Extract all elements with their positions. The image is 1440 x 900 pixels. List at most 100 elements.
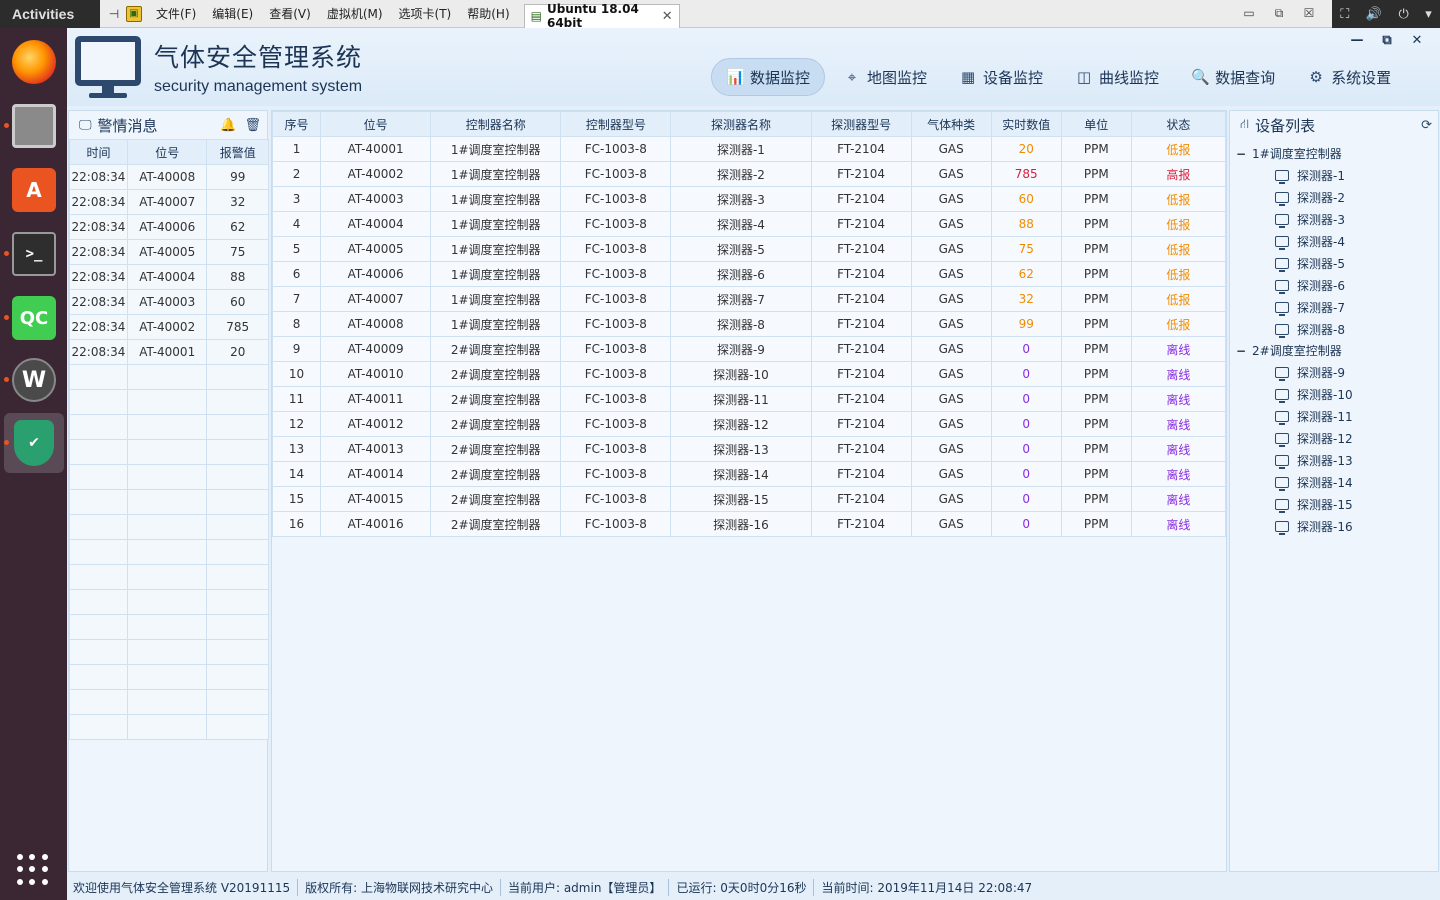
table-cell: FT-2104	[810, 261, 912, 287]
close-icon[interactable]: ✕	[1402, 33, 1432, 48]
dock-terminal[interactable]: >_	[4, 224, 64, 284]
minimize-icon[interactable]: —	[1342, 33, 1372, 48]
status-badge: 离线	[1130, 436, 1227, 462]
table-row[interactable]: 16 AT-40016 2#调度室控制器 FC-1003-8 探测器-16 FT-2104…	[271, 511, 1227, 537]
realtime-value: 0	[990, 336, 1062, 362]
table-row[interactable]: 8 AT-40008 1#调度室控制器 FC-1003-8 探测器-8 FT-2104 GA…	[271, 311, 1227, 337]
nav-bar-chart[interactable]: 📊 数据监控	[711, 58, 826, 96]
table-row[interactable]: 10 AT-40010 2#调度室控制器 FC-1003-8 探测器-10 FT-2104…	[271, 361, 1227, 387]
table-row[interactable]: 6 AT-40006 1#调度室控制器 FC-1003-8 探测器-6 FT-2104 GA…	[271, 261, 1227, 287]
vm-menu-item[interactable]: 文件(F)	[148, 5, 204, 22]
table-row[interactable]: 11 AT-40011 2#调度室控制器 FC-1003-8 探测器-11 FT-2104…	[271, 386, 1227, 412]
nav-map-marker[interactable]: ⌖ 地图监控	[829, 58, 941, 96]
data-col-header[interactable]: 单位	[1060, 111, 1132, 137]
network-icon[interactable]: ⛶	[1340, 7, 1349, 22]
pin-icon[interactable]: ⊣	[106, 6, 122, 22]
data-col-header[interactable]: 序号	[271, 111, 322, 137]
tree-detector-node[interactable]: 探测器-3	[1230, 208, 1438, 230]
table-row[interactable]: 13 AT-40013 2#调度室控制器 FC-1003-8 探测器-13 FT-2104…	[271, 436, 1227, 462]
collapse-icon[interactable]: −	[1236, 344, 1252, 358]
data-col-header[interactable]: 控制器型号	[560, 111, 672, 137]
nav-monitor-curve[interactable]: ◫ 曲线监控	[1061, 58, 1173, 96]
alarm-row[interactable]: 22:08:34 AT-40008 99	[69, 164, 269, 190]
dock-firefox[interactable]	[4, 32, 64, 92]
dock-gas-app[interactable]: ✔	[4, 413, 64, 473]
data-col-header[interactable]: 位号	[320, 111, 432, 137]
tree-controller-node[interactable]: −1#调度室控制器	[1230, 143, 1438, 164]
tree-detector-node[interactable]: 探测器-11	[1230, 405, 1438, 427]
table-row[interactable]: 2 AT-40002 1#调度室控制器 FC-1003-8 探测器-2 FT-2104 GA…	[271, 161, 1227, 187]
close-icon[interactable]: ✕	[662, 9, 673, 24]
vm-menu-item[interactable]: 查看(V)	[261, 5, 319, 22]
table-row[interactable]: 14 AT-40014 2#调度室控制器 FC-1003-8 探测器-14 FT-2104…	[271, 461, 1227, 487]
alarm-row[interactable]: 22:08:34 AT-40002 785	[69, 314, 269, 340]
table-row[interactable]: 7 AT-40007 1#调度室控制器 FC-1003-8 探测器-7 FT-2104 GA…	[271, 286, 1227, 312]
collapse-icon[interactable]: −	[1236, 147, 1252, 161]
tree-detector-node[interactable]: 探测器-10	[1230, 383, 1438, 405]
data-col-header[interactable]: 探测器名称	[670, 111, 812, 137]
alarm-col-header[interactable]: 时间	[69, 139, 128, 165]
table-row[interactable]: 5 AT-40005 1#调度室控制器 FC-1003-8 探测器-5 FT-2104 GA…	[271, 236, 1227, 262]
tree-detector-node[interactable]: 探测器-1	[1230, 164, 1438, 186]
alarm-row[interactable]: 22:08:34 AT-40004 88	[69, 264, 269, 290]
show-apps-icon[interactable]	[17, 854, 49, 886]
table-row[interactable]: 9 AT-40009 2#调度室控制器 FC-1003-8 探测器-9 FT-2104 GA…	[271, 336, 1227, 362]
alarm-row[interactable]: 22:08:34 AT-40001 20	[69, 339, 269, 365]
alarm-col-header[interactable]: 报警值	[206, 139, 269, 165]
maximize-icon[interactable]: ⧉	[1372, 33, 1402, 48]
data-col-header[interactable]: 实时数值	[990, 111, 1062, 137]
tree-detector-node[interactable]: 探测器-6	[1230, 274, 1438, 296]
table-row[interactable]: 3 AT-40003 1#调度室控制器 FC-1003-8 探测器-3 FT-2104 GA…	[271, 186, 1227, 212]
volume-icon[interactable]: 🔊	[1366, 7, 1382, 22]
tree-detector-node[interactable]: 探测器-13	[1230, 449, 1438, 471]
alarm-col-header[interactable]: 位号	[126, 139, 208, 165]
table-row[interactable]: 12 AT-40012 2#调度室控制器 FC-1003-8 探测器-12 FT-2104…	[271, 411, 1227, 437]
data-col-header[interactable]: 探测器型号	[810, 111, 912, 137]
alarm-row[interactable]: 22:08:34 AT-40003 60	[69, 289, 269, 315]
vmware-app-icon[interactable]: ▣	[126, 5, 142, 22]
chevron-down-icon[interactable]: ▾	[1425, 7, 1432, 22]
tree-controller-node[interactable]: −2#调度室控制器	[1230, 340, 1438, 361]
tree-detector-node[interactable]: 探测器-4	[1230, 230, 1438, 252]
dock-software[interactable]: A	[4, 160, 64, 220]
alarm-row[interactable]: 22:08:34 AT-40006 62	[69, 214, 269, 240]
activities-button[interactable]: Activities	[0, 6, 100, 22]
table-row[interactable]: 4 AT-40004 1#调度室控制器 FC-1003-8 探测器-4 FT-2104 GA…	[271, 211, 1227, 237]
tree-detector-node[interactable]: 探测器-9	[1230, 361, 1438, 383]
tree-detector-node[interactable]: 探测器-8	[1230, 318, 1438, 340]
dock-qtcreator[interactable]: QC	[4, 288, 64, 348]
tree-detector-node[interactable]: 探测器-16	[1230, 515, 1438, 537]
table-cell: GAS	[910, 486, 992, 512]
data-col-header[interactable]: 状态	[1130, 111, 1227, 137]
vm-tab[interactable]: ▤ Ubuntu 18.04 64bit ✕	[523, 2, 680, 30]
tree-detector-node[interactable]: 探测器-15	[1230, 493, 1438, 515]
tree-detector-node[interactable]: 探测器-14	[1230, 471, 1438, 493]
vm-menu-item[interactable]: 虚拟机(M)	[319, 5, 391, 22]
table-row[interactable]: 15 AT-40015 2#调度室控制器 FC-1003-8 探测器-15 FT-2104…	[271, 486, 1227, 512]
trash-icon[interactable]: 🗑	[244, 118, 261, 133]
nav-search[interactable]: 🔍 数据查询	[1177, 58, 1289, 96]
vm-menu-item[interactable]: 帮助(H)	[459, 5, 517, 22]
tree-detector-node[interactable]: 探测器-12	[1230, 427, 1438, 449]
alarm-row[interactable]: 22:08:34 AT-40007 32	[69, 189, 269, 215]
power-icon[interactable]: ⏻	[1398, 7, 1408, 22]
minimize-icon[interactable]: ▭	[1234, 6, 1264, 21]
close-icon[interactable]: ☒	[1294, 6, 1324, 21]
restore-icon[interactable]: ⧉	[1264, 6, 1294, 21]
vm-menu-item[interactable]: 编辑(E)	[204, 5, 261, 22]
table-row[interactable]: 1 AT-40001 1#调度室控制器 FC-1003-8 探测器-1 FT-2104 GA…	[271, 136, 1227, 162]
nav-grid[interactable]: ▦ 设备监控	[945, 58, 1057, 96]
nav-gear[interactable]: ⚙ 系统设置	[1293, 58, 1405, 96]
refresh-icon[interactable]: ⟳	[1421, 118, 1432, 133]
tree-detector-node[interactable]: 探测器-2	[1230, 186, 1438, 208]
tree-detector-node[interactable]: 探测器-7	[1230, 296, 1438, 318]
alarm-row[interactable]: 22:08:34 AT-40005 75	[69, 239, 269, 265]
table-cell: AT-40002	[320, 161, 432, 187]
data-col-header[interactable]: 控制器名称	[430, 111, 562, 137]
dock-w-app[interactable]: W	[4, 350, 64, 410]
dock-files[interactable]	[4, 96, 64, 156]
data-col-header[interactable]: 气体种类	[910, 111, 992, 137]
vm-menu-item[interactable]: 选项卡(T)	[391, 5, 460, 22]
bell-icon[interactable]: 🔔	[220, 118, 236, 133]
tree-detector-node[interactable]: 探测器-5	[1230, 252, 1438, 274]
